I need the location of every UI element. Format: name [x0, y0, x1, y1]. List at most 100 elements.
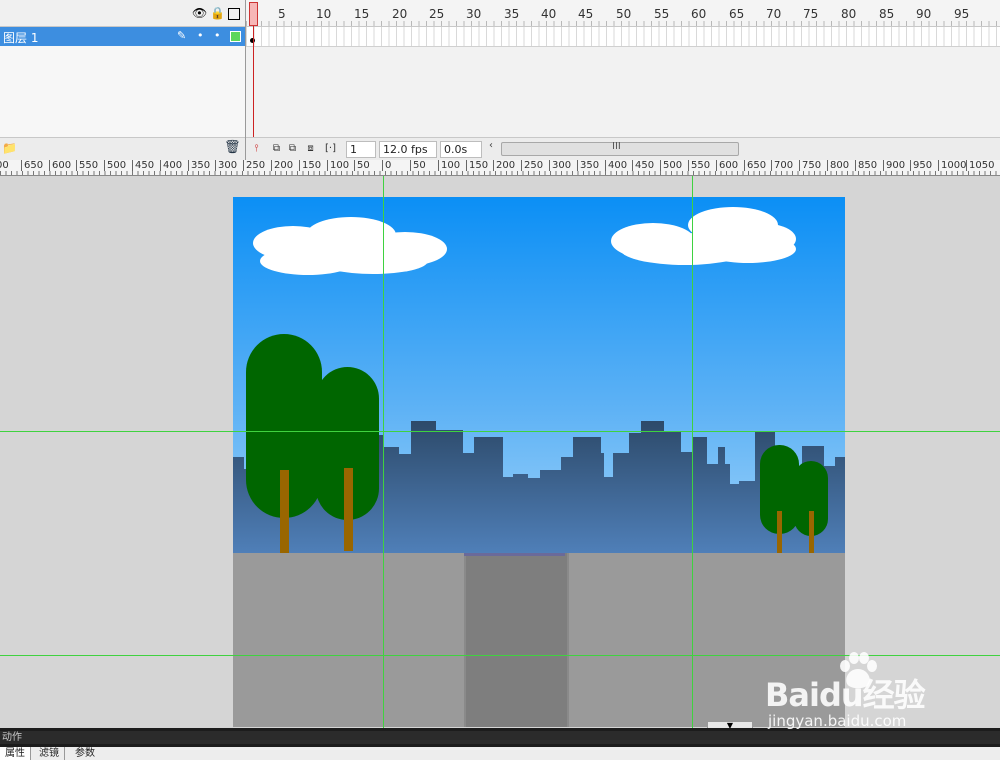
ruler-label: 500 — [660, 160, 682, 171]
current-frame-field: 1 — [346, 141, 376, 158]
ruler-label: 650 — [21, 160, 43, 171]
frame-number: 55 — [654, 7, 670, 21]
ruler-label: 550 — [688, 160, 710, 171]
ruler-label: 1000 — [938, 160, 966, 171]
frame-number: 10 — [316, 7, 332, 21]
trash-icon[interactable]: 🗑 — [224, 140, 241, 155]
ruler-label: 650 — [744, 160, 766, 171]
frame-number: 30 — [466, 7, 482, 21]
frame-number: 45 — [578, 7, 594, 21]
ruler-label: 100 — [438, 160, 460, 171]
ruler-label: 300 — [549, 160, 571, 171]
baidu-logo-text: Baidu经验 — [765, 676, 926, 714]
onion-skin-icon[interactable]: ⧉ — [270, 142, 283, 155]
lock-icon[interactable]: 🔒 — [210, 6, 225, 20]
fps-field[interactable]: 12.0 fps — [379, 141, 437, 158]
ruler-label: 750 — [799, 160, 821, 171]
ruler-label: 350 — [188, 160, 210, 171]
scroll-left-arrow[interactable]: ‹ — [489, 140, 493, 151]
frame-number: 60 — [691, 7, 707, 21]
ruler-label: 250 — [521, 160, 543, 171]
center-frame-icon[interactable]: ⫯ — [250, 142, 263, 155]
frame-number: 70 — [766, 7, 782, 21]
layer-name[interactable]: 图层 1 — [3, 29, 38, 46]
tree-right-tall-trunk — [777, 511, 782, 553]
pencil-icon: ✎ — [177, 29, 187, 42]
baidu-url: jingyan.baidu.com — [768, 712, 907, 730]
ruler-label: 300 — [215, 160, 237, 171]
ruler-label: 500 — [104, 160, 126, 171]
add-layer-folder-icon[interactable]: 📁 — [2, 141, 17, 155]
baidu-watermark: Baidu经验 jingyan.baidu.com — [765, 652, 955, 742]
frame-number: 50 — [616, 7, 632, 21]
ruler-label: 700 — [771, 160, 793, 171]
lock-dot-icon[interactable]: • — [214, 29, 221, 42]
ruler-label: 950 — [910, 160, 932, 171]
guide-vertical[interactable] — [692, 176, 693, 728]
ruler-label: 200 — [493, 160, 515, 171]
cloud-left — [253, 217, 447, 275]
scrollbar-grip[interactable]: III — [612, 141, 621, 152]
edit-multiple-frames-icon[interactable]: ⧈ — [304, 142, 317, 155]
frame-number: 95 — [954, 7, 970, 21]
outline-icon[interactable] — [228, 8, 240, 20]
tree-left-short-trunk — [344, 468, 353, 551]
workspace[interactable]: ▼ — [0, 176, 1000, 728]
timeline-scrollbar[interactable]: III — [501, 141, 739, 156]
tab-parameters[interactable]: 参数 — [70, 747, 100, 760]
tree-left-tall-trunk — [280, 470, 289, 553]
stage-ruler[interactable]: 00 650 600 550 500 450 400 350 300 250 200 150 100 50… — [0, 160, 1000, 176]
ruler-label: 450 — [132, 160, 154, 171]
visibility-dot-icon[interactable]: • — [197, 29, 204, 42]
frame-panel: 5 10 15 20 25 30 35 40 45 50 55 60 65 70 75 80 85 90 95 ⫯ … — [246, 0, 1000, 161]
tab-filters[interactable]: 滤镜 — [34, 747, 65, 760]
ruler-label: 00 — [0, 160, 9, 171]
guide-horizontal[interactable] — [0, 431, 1000, 432]
playhead-line — [253, 26, 254, 138]
layer-row[interactable]: 图层 1 ✎ • • — [0, 27, 245, 46]
layer-color-box[interactable] — [230, 31, 241, 42]
ruler-label: 150 — [466, 160, 488, 171]
ruler-label: 600 — [49, 160, 71, 171]
road[interactable] — [464, 553, 569, 727]
layer-panel: 👁 🔒 图层 1 ✎ • • 📁 🗑 — [0, 0, 246, 161]
onion-outline-icon[interactable]: ⧉ — [286, 142, 299, 155]
tree-right-short-trunk — [809, 511, 814, 553]
ruler-label: 250 — [243, 160, 265, 171]
frame-number: 90 — [916, 7, 932, 21]
layer-header: 👁 🔒 — [0, 0, 245, 27]
ruler-label: 800 — [827, 160, 849, 171]
ground[interactable] — [233, 553, 845, 727]
frame-number: 40 — [541, 7, 557, 21]
frame-number: 5 — [278, 7, 286, 21]
ruler-label: 200 — [271, 160, 293, 171]
tab-properties[interactable]: 属性 — [0, 747, 31, 760]
playhead-marker[interactable] — [249, 2, 258, 26]
frame-row[interactable] — [246, 27, 1000, 47]
ruler-label: 350 — [577, 160, 599, 171]
frame-number: 65 — [729, 7, 745, 21]
ruler-label: 550 — [76, 160, 98, 171]
frame-number: 20 — [392, 7, 408, 21]
elapsed-time-field: 0.0s — [440, 141, 482, 158]
ruler-label: 50 — [354, 160, 370, 171]
guide-vertical[interactable] — [383, 176, 384, 728]
ruler-label: 450 — [632, 160, 654, 171]
cloud-right — [611, 207, 796, 265]
chevron-down-icon[interactable]: ▼ — [707, 721, 753, 728]
ruler-label: 400 — [160, 160, 182, 171]
modify-markers-icon[interactable]: [·] — [324, 142, 337, 155]
frame-ruler[interactable]: 5 10 15 20 25 30 35 40 45 50 55 60 65 70 75 80 85 90 95 — [246, 0, 1000, 27]
frame-number: 85 — [879, 7, 895, 21]
ruler-label: 1050 — [966, 160, 994, 171]
ruler-label: 400 — [605, 160, 627, 171]
ruler-label: 150 — [299, 160, 321, 171]
stage[interactable] — [233, 197, 845, 727]
road-edge — [464, 553, 565, 556]
panel-tabs: 属性 滤镜 参数 — [0, 747, 1000, 760]
ruler-label: 850 — [855, 160, 877, 171]
eye-icon[interactable]: 👁 — [192, 6, 207, 20]
frame-number: 80 — [841, 7, 857, 21]
timeline-status-bar: ⫯ ⧉ ⧉ ⧈ [·] 1 12.0 fps 0.0s ‹ III — [246, 137, 1000, 161]
frame-number: 75 — [803, 7, 819, 21]
